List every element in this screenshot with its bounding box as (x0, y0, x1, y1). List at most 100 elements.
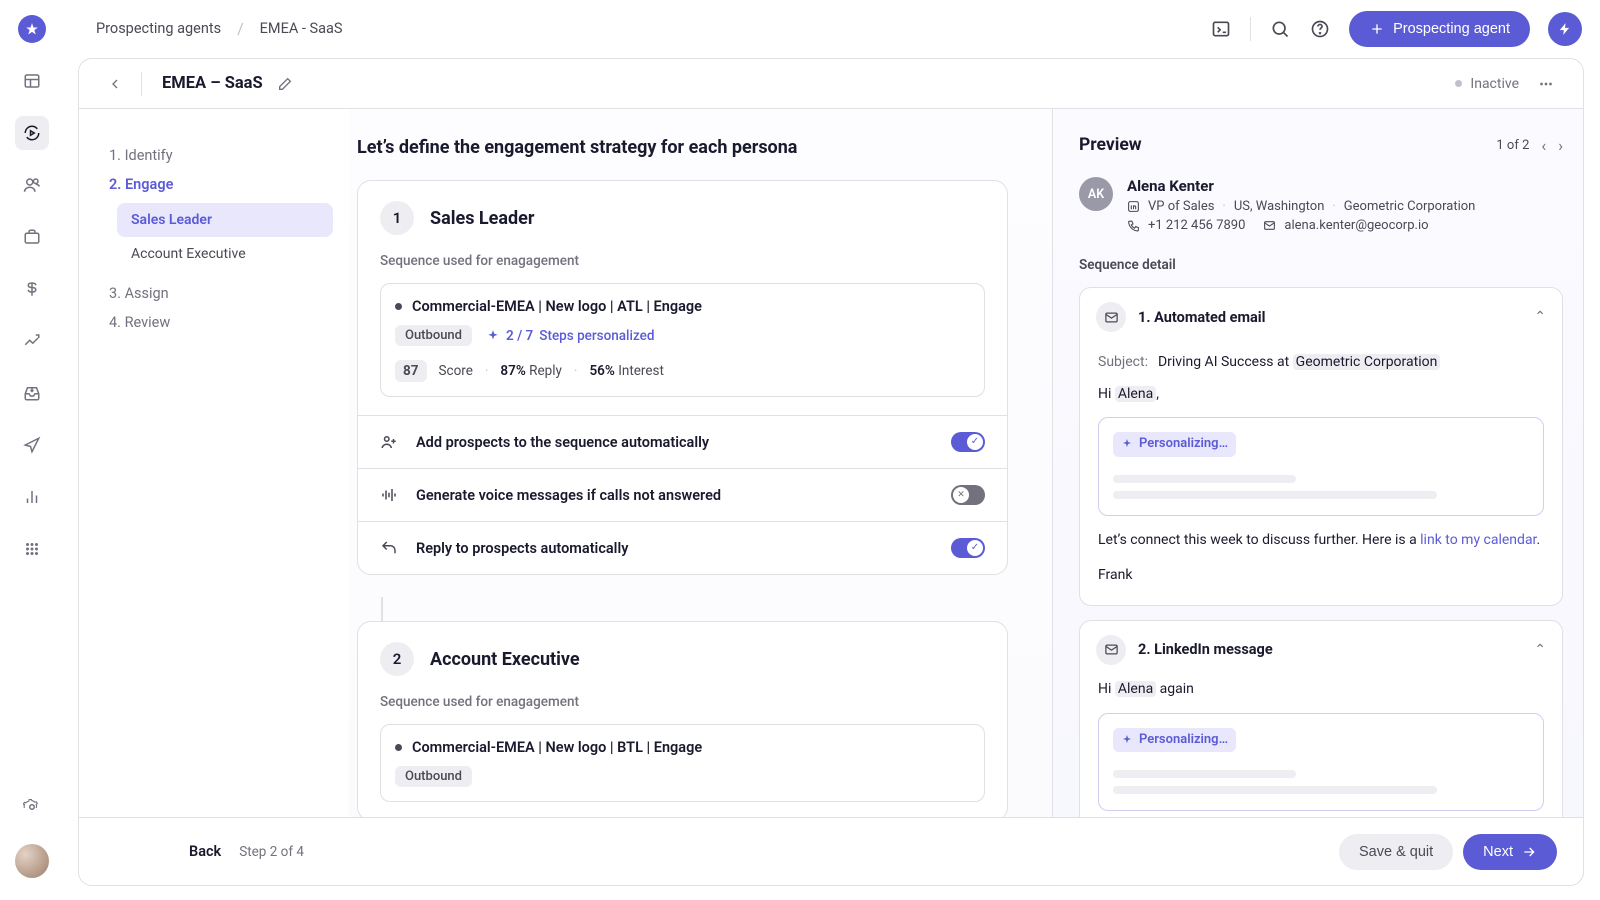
sequence-step-title: 1. Automated email (1138, 309, 1265, 326)
step-assign[interactable]: 3. Assign (109, 279, 333, 308)
steps-personalized: 2 / 7 Steps personalized (486, 328, 654, 344)
persona-card-1: 1 Sales Leader Sequence used for enagage… (357, 180, 1008, 575)
help-icon[interactable] (1309, 18, 1331, 40)
toggle-voice[interactable] (951, 485, 985, 505)
persona-name: Account Executive (430, 649, 580, 670)
rail-send-icon[interactable] (15, 428, 49, 462)
contact-card: AK Alena Kenter VP of Sales· US, Washing… (1079, 177, 1563, 233)
sequence-name: Commercial-EMEA | New logo | ATL | Engag… (412, 298, 702, 315)
rail-apps-icon[interactable] (15, 532, 49, 566)
sequence-name: Commercial-EMEA | New logo | BTL | Engag… (412, 739, 702, 756)
sequence-step-2: 2. LinkedIn message ⌃ Hi Alena again Per… (1079, 620, 1563, 817)
toggle-add-prospects[interactable] (951, 432, 985, 452)
sequence-box[interactable]: Commercial-EMEA | New logo | BTL | Engag… (380, 724, 985, 802)
status-badge: Inactive (1455, 76, 1519, 92)
card-connector (381, 597, 383, 621)
breadcrumb-sep: / (237, 19, 244, 38)
toggle-reply[interactable] (951, 538, 985, 558)
rail-settings-icon[interactable] (15, 790, 49, 824)
email-greeting: Hi Alena, (1098, 384, 1544, 406)
back-chevron-icon[interactable] (107, 76, 123, 92)
sidebar-toggle-icon[interactable] (1210, 18, 1232, 40)
users-plus-icon (380, 433, 400, 451)
preview-title: Preview (1079, 135, 1142, 155)
score-value: 87 (395, 360, 427, 382)
rail-bars-icon[interactable] (15, 480, 49, 514)
step-identify[interactable]: 1. Identify (109, 141, 333, 170)
personalizing-box: Personalizing… (1098, 713, 1544, 811)
persona-number: 1 (380, 201, 414, 235)
search-icon[interactable] (1269, 18, 1291, 40)
separator (141, 72, 142, 96)
subject-value: Driving AI Success at Geometric Corporat… (1158, 352, 1440, 374)
rail-briefcase-icon[interactable] (15, 220, 49, 254)
collapse-icon[interactable]: ⌃ (1534, 309, 1546, 325)
pager-prev-icon[interactable]: ‹ (1541, 136, 1546, 155)
persona-card-2: 2 Account Executive Sequence used for en… (357, 621, 1008, 817)
reply-icon (380, 539, 400, 557)
page-title: EMEA – SaaS (162, 74, 263, 93)
user-avatar[interactable] (15, 844, 49, 878)
substep-sales-leader[interactable]: Sales Leader (117, 203, 333, 237)
sequence-status-dot-icon (395, 744, 402, 751)
contact-avatar: AK (1079, 177, 1113, 211)
sequence-label: Sequence used for enagagement (380, 694, 985, 710)
pager-text: 1 of 2 (1496, 138, 1529, 153)
sequence-detail-label: Sequence detail (1079, 257, 1563, 273)
more-menu-icon[interactable] (1537, 75, 1555, 93)
rail-layout-icon[interactable] (15, 64, 49, 98)
step-engage[interactable]: 2. Engage (109, 170, 333, 199)
toggle-voice-label: Generate voice messages if calls not ans… (416, 487, 935, 504)
rail-dollar-icon[interactable] (15, 272, 49, 306)
contact-name: Alena Kenter (1127, 177, 1475, 195)
step-progress: Step 2 of 4 (239, 844, 304, 860)
sequence-step-1: 1. Automated email ⌃ Subject: Driving AI… (1079, 287, 1563, 606)
rail-users-icon[interactable] (15, 168, 49, 202)
breadcrumb: Prospecting agents / EMEA - SaaS (96, 19, 342, 38)
prospecting-agent-button[interactable]: Prospecting agent (1349, 11, 1530, 47)
logo-icon[interactable] (18, 15, 46, 43)
status-dot-icon (1455, 80, 1462, 87)
step-review[interactable]: 4. Review (109, 308, 333, 337)
rail-inbox-icon[interactable] (15, 376, 49, 410)
pager-next-icon[interactable]: › (1558, 136, 1563, 155)
calendar-link[interactable]: link to my calendar (1420, 532, 1536, 548)
email-icon (1096, 302, 1126, 332)
center-heading: Let’s define the engagement strategy for… (357, 137, 1008, 158)
email-signature: Frank (1098, 565, 1544, 587)
personalizing-badge: Personalizing… (1113, 432, 1236, 456)
back-button[interactable]: Back (189, 843, 221, 860)
rail-refresh-icon[interactable] (15, 116, 49, 150)
rail-trend-icon[interactable] (15, 324, 49, 358)
toggle-add-prospects-label: Add prospects to the sequence automatica… (416, 434, 935, 451)
persona-number: 2 (380, 642, 414, 676)
prospecting-agent-label: Prospecting agent (1393, 21, 1510, 37)
mail-icon (1263, 219, 1276, 232)
voice-icon (380, 486, 400, 504)
breadcrumb-current: EMEA - SaaS (260, 20, 343, 37)
breadcrumb-root[interactable]: Prospecting agents (96, 20, 221, 37)
subject-label: Subject: (1098, 352, 1148, 374)
status-label: Inactive (1470, 76, 1519, 92)
linkedin-icon (1127, 200, 1140, 213)
email-icon (1096, 635, 1126, 665)
sequence-status-dot-icon (395, 303, 402, 310)
toggle-reply-label: Reply to prospects automatically (416, 540, 935, 557)
persona-name: Sales Leader (430, 208, 534, 229)
collapse-icon[interactable]: ⌃ (1534, 642, 1546, 658)
bolt-icon[interactable] (1548, 12, 1582, 46)
next-label: Next (1483, 844, 1513, 860)
outbound-chip: Outbound (395, 766, 472, 787)
personalizing-box: Personalizing… (1098, 417, 1544, 515)
sequence-label: Sequence used for enagagement (380, 253, 985, 269)
score-label: Score (439, 363, 473, 379)
save-quit-button[interactable]: Save & quit (1339, 834, 1453, 870)
message-greeting: Hi Alena again (1098, 679, 1544, 701)
next-button[interactable]: Next (1463, 834, 1557, 870)
substep-account-executive[interactable]: Account Executive (117, 237, 333, 271)
sequence-step-title: 2. LinkedIn message (1138, 641, 1273, 658)
outbound-chip: Outbound (395, 325, 472, 346)
sequence-box[interactable]: Commercial-EMEA | New logo | ATL | Engag… (380, 283, 985, 397)
edit-icon[interactable] (277, 76, 293, 92)
personalizing-badge: Personalizing… (1113, 728, 1236, 752)
